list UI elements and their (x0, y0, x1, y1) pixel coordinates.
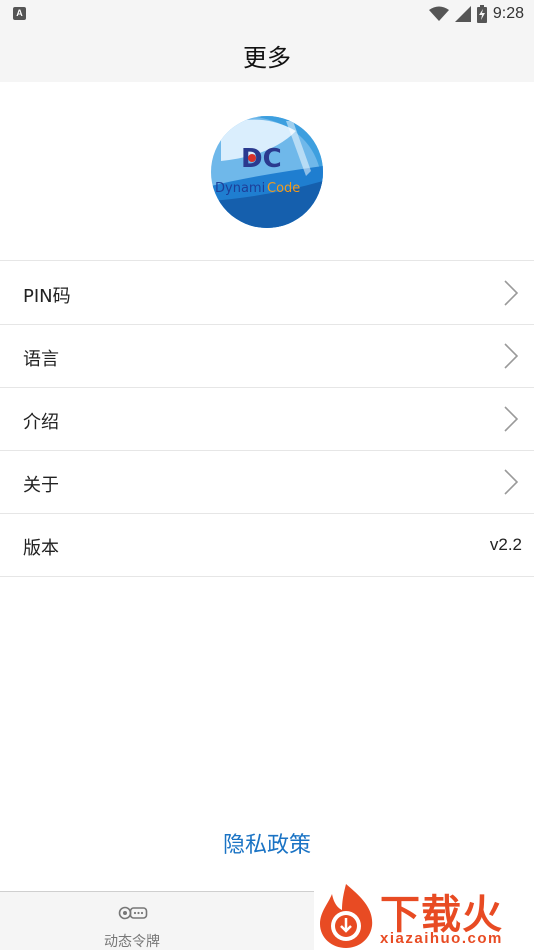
menu-item-introduction[interactable]: 介绍 (0, 388, 534, 451)
menu-item-version: 版本 v2.2 (0, 514, 534, 577)
menu-item-language[interactable]: 语言 (0, 325, 534, 388)
logo-monogram: DC (241, 144, 282, 174)
menu-item-label: 关于 (23, 475, 59, 496)
chevron-right-icon (504, 469, 518, 495)
logo-text-primary: Dynami (215, 181, 265, 196)
settings-menu: PIN码 语言 介绍 关于 版本 v2.2 (0, 262, 534, 577)
wifi-icon (428, 6, 449, 21)
menu-item-label: PIN码 (23, 286, 71, 307)
watermark: 下载火 xiazaihuo.com (314, 880, 534, 950)
signal-icon (454, 6, 471, 22)
tab-label: 动态令牌 (104, 934, 160, 950)
menu-item-pin[interactable]: PIN码 (0, 262, 534, 325)
menu-item-label: 语言 (23, 349, 59, 370)
tab-dynamic-token[interactable]: 动态令牌 (72, 892, 192, 950)
watermark-url: xiazaihuo.com (380, 930, 503, 947)
logo-text-accent: Code (267, 181, 300, 196)
key-icon (118, 906, 148, 920)
notification-icon: A (13, 7, 26, 20)
privacy-policy-link[interactable]: 隐私政策 (0, 827, 534, 859)
chevron-right-icon (504, 343, 518, 369)
status-bar: A 9:28 (0, 0, 534, 28)
menu-item-label: 版本 (23, 538, 59, 559)
status-icons: 9:28 (428, 3, 524, 25)
page-title: 更多 (243, 44, 291, 72)
version-value: v2.2 (489, 535, 522, 554)
menu-item-about[interactable]: 关于 (0, 451, 534, 514)
app-logo: DC Dynami Code (211, 116, 323, 228)
flame-logo-icon (320, 884, 373, 948)
battery-charging-icon (476, 5, 487, 23)
status-time: 9:28 (492, 5, 524, 22)
menu-item-label: 介绍 (23, 412, 59, 433)
logo-section: DC Dynami Code (0, 82, 534, 261)
chevron-right-icon (504, 280, 518, 306)
chevron-right-icon (504, 406, 518, 432)
title-bar: 更多 (0, 28, 534, 82)
